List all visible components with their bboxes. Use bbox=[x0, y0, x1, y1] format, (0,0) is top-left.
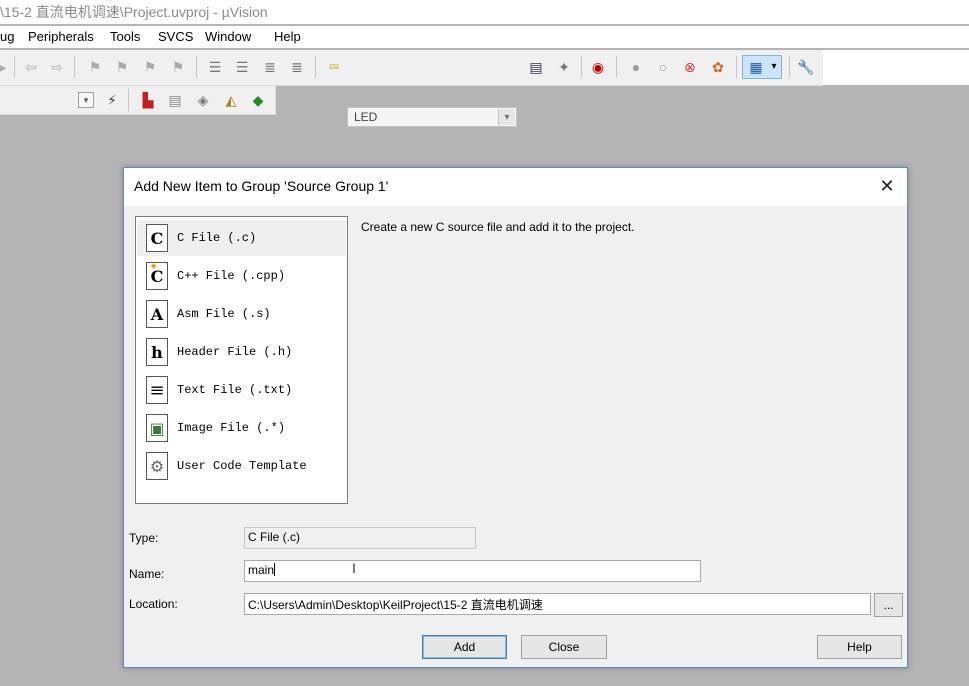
close-icon[interactable]: ✕ bbox=[875, 174, 899, 198]
bookmark-prev-icon[interactable]: ⚑ bbox=[113, 58, 131, 76]
toolbar-separator bbox=[196, 56, 197, 78]
window-titlebar: \15-2 直流电机调速\Project.uvproj - µVision bbox=[0, 0, 969, 24]
name-input[interactable]: main bbox=[244, 560, 701, 582]
c-file-icon: C bbox=[146, 224, 168, 252]
list-item-label: C++ File (.cpp) bbox=[177, 269, 286, 283]
target-select-value: LED bbox=[354, 110, 378, 124]
indent-icon[interactable]: ☰ bbox=[206, 58, 224, 76]
list-item-user-code-template[interactable]: ⚙ User Code Template bbox=[137, 448, 346, 484]
type-value: C File (.c) bbox=[248, 530, 300, 544]
insert-breakpoint-icon[interactable]: ● bbox=[627, 58, 645, 76]
toolbar-options-dropdown[interactable]: ▾ bbox=[78, 92, 94, 108]
navigate-forward-icon[interactable]: ⇨ bbox=[48, 58, 66, 76]
browse-button[interactable]: ... bbox=[874, 593, 903, 617]
configure-icon[interactable]: 🔧 bbox=[797, 58, 815, 76]
help-button[interactable]: Help bbox=[817, 635, 902, 659]
menu-bar: ug Peripherals Tools SVCS Window Help bbox=[0, 26, 969, 48]
mouse-cursor-ibeam-icon: I bbox=[352, 560, 356, 576]
bookmark-clear-icon[interactable]: ⚑ bbox=[169, 58, 187, 76]
location-value: C:\Users\Admin\Desktop\KeilProject\15-2 … bbox=[248, 598, 543, 612]
find-in-files-icon[interactable]: ▤ bbox=[527, 58, 545, 76]
menu-peripherals[interactable]: Peripherals bbox=[28, 29, 94, 44]
location-label: Location: bbox=[129, 597, 178, 611]
sparkle-icon: ✦ bbox=[149, 261, 159, 273]
pack-manager-icon[interactable]: ◆ bbox=[249, 91, 267, 109]
disable-all-breakpoints-icon[interactable]: ✿ bbox=[709, 58, 727, 76]
list-item-text-file[interactable]: ≡ Text File (.txt) bbox=[137, 372, 346, 408]
text-caret bbox=[274, 563, 276, 576]
bookmark-next-icon[interactable]: ⚑ bbox=[141, 58, 159, 76]
build-toolbar: ▸ ⇦ ⇨ ⚑ ⚑ ⚑ ⚑ ☰ ☰ ≣ ≣ ⮹ LED ▾ ▤ ✦ ◉ ● ○ … bbox=[0, 50, 823, 127]
window-layout-icon: ▦ bbox=[749, 59, 763, 75]
menu-help[interactable]: Help bbox=[274, 29, 301, 44]
list-item-label: C File (.c) bbox=[177, 231, 257, 245]
list-item-cpp-file[interactable]: C ✦ C++ File (.cpp) bbox=[137, 258, 346, 294]
disable-breakpoint-icon[interactable]: ○ bbox=[654, 58, 672, 76]
window-title: \15-2 直流电机调速\Project.uvproj - µVision bbox=[0, 4, 268, 20]
toolbar-separator bbox=[315, 56, 316, 78]
kill-breakpoints-icon[interactable]: ⊗ bbox=[681, 58, 699, 76]
find-icon[interactable]: ✦ bbox=[555, 58, 573, 76]
list-item-label: Text File (.txt) bbox=[177, 383, 293, 397]
header-file-icon: h bbox=[146, 338, 168, 366]
toolbar-separator bbox=[74, 56, 75, 78]
uncomment-icon[interactable]: ≣ bbox=[288, 58, 306, 76]
menu-tools[interactable]: Tools bbox=[110, 29, 140, 44]
add-new-item-dialog: Add New Item to Group 'Source Group 1' ✕… bbox=[123, 167, 908, 668]
list-item-image-file[interactable]: ▣ Image File (.*) bbox=[137, 410, 346, 446]
toolbar-separator bbox=[789, 56, 790, 78]
dialog-titlebar: Add New Item to Group 'Source Group 1' ✕ bbox=[124, 168, 907, 206]
manage-rte-icon[interactable]: ◈ bbox=[194, 91, 212, 109]
toolbar-separator bbox=[128, 89, 129, 111]
list-item-label: Asm File (.s) bbox=[177, 307, 271, 321]
type-field: C File (.c) bbox=[244, 527, 476, 549]
text-file-icon: ≡ bbox=[146, 376, 168, 404]
chevron-down-icon[interactable]: ▾ bbox=[498, 109, 515, 125]
pack-installer-icon[interactable]: ◭ bbox=[222, 91, 240, 109]
list-item-header-file[interactable]: h Header File (.h) bbox=[137, 334, 346, 370]
close-button[interactable]: Close bbox=[521, 635, 607, 659]
file-type-list[interactable]: C C File (.c) C ✦ C++ File (.cpp) A Asm … bbox=[135, 216, 348, 504]
list-item-label: Image File (.*) bbox=[177, 421, 286, 435]
project-toolbar: ⚡ ▙ ▤ ◈ ◭ ◆ bbox=[0, 86, 276, 115]
toolbar-edge-icon: ▸ bbox=[0, 59, 7, 75]
code-template-icon: ⚙ bbox=[146, 452, 168, 480]
add-button[interactable]: Add bbox=[422, 635, 507, 659]
debug-session-icon[interactable]: ◉ bbox=[589, 58, 607, 76]
location-input[interactable]: C:\Users\Admin\Desktop\KeilProject\15-2 … bbox=[244, 593, 871, 615]
navigate-back-icon[interactable]: ⇦ bbox=[22, 58, 40, 76]
select-packs-icon[interactable]: ▤ bbox=[166, 91, 184, 109]
unindent-icon[interactable]: ☰ bbox=[233, 58, 251, 76]
asm-file-icon: A bbox=[146, 300, 168, 328]
toolbar-separator bbox=[581, 56, 582, 78]
toolbar-blank-area bbox=[823, 50, 969, 85]
menu-svcs[interactable]: SVCS bbox=[158, 29, 193, 44]
toolbar-separator bbox=[14, 56, 15, 78]
toolbar-separator bbox=[736, 56, 737, 78]
load-target-icon[interactable]: ⮹ bbox=[325, 58, 343, 76]
item-description: Create a new C source file and add it to… bbox=[361, 220, 635, 234]
list-item-label: Header File (.h) bbox=[177, 345, 293, 359]
list-item-asm-file[interactable]: A Asm File (.s) bbox=[137, 296, 346, 332]
wizard-icon[interactable]: ⚡ bbox=[103, 91, 121, 109]
type-label: Type: bbox=[129, 531, 159, 545]
list-item-label: User Code Template bbox=[177, 459, 307, 473]
name-label: Name: bbox=[129, 567, 165, 581]
menu-window[interactable]: Window bbox=[205, 29, 251, 44]
chevron-down-icon: ▾ bbox=[771, 61, 777, 72]
dialog-title: Add New Item to Group 'Source Group 1' bbox=[134, 178, 389, 194]
comment-icon[interactable]: ≣ bbox=[261, 58, 279, 76]
window-layout-button[interactable]: ▦ ▾ bbox=[742, 55, 782, 79]
chevron-down-icon: ▾ bbox=[83, 94, 89, 105]
name-value: main bbox=[248, 563, 275, 577]
image-file-icon: ▣ bbox=[146, 414, 168, 442]
list-item-c-file[interactable]: C C File (.c) bbox=[137, 220, 346, 256]
bookmark-icon[interactable]: ⚑ bbox=[86, 58, 104, 76]
manage-components-icon[interactable]: ▙ bbox=[139, 91, 157, 109]
target-select[interactable]: LED ▾ bbox=[347, 107, 517, 127]
toolbar-separator bbox=[616, 56, 617, 78]
menu-debug[interactable]: ug bbox=[0, 29, 14, 44]
